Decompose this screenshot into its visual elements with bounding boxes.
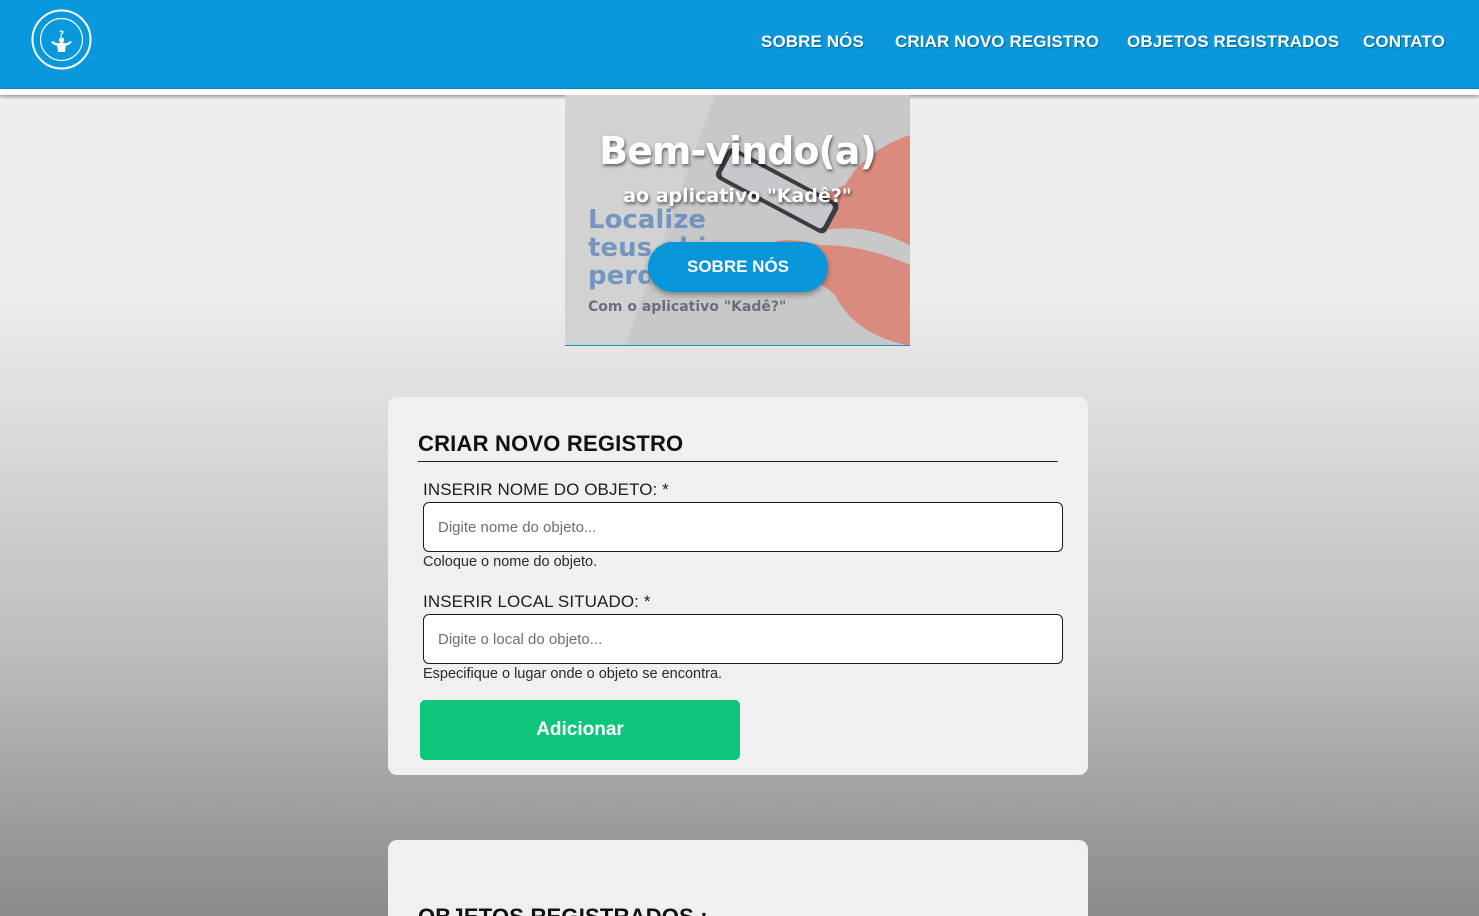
hero-bg-caption: Com o aplicativo "Kadê?" <box>588 299 787 315</box>
top-navbar: ? SOBRE NÓS CRIAR NOVO REGISTRO OBJETOS … <box>0 0 1479 89</box>
hero-subtitle: ao aplicativo "Kadê?" <box>623 185 852 207</box>
hero-banner: Localize teus objetos perdidos Com o apl… <box>565 95 910 346</box>
logo[interactable]: ? <box>31 9 92 70</box>
hero-sobre-nos-button[interactable]: SOBRE NÓS <box>648 242 828 292</box>
registered-objects-title: OBJETOS REGISTRADOS : <box>418 904 708 916</box>
kade-logo-icon: ? <box>31 9 92 70</box>
registered-objects-card: OBJETOS REGISTRADOS : <box>388 840 1088 916</box>
object-location-input[interactable] <box>423 614 1063 664</box>
nav-criar-novo-registro[interactable]: CRIAR NOVO REGISTRO <box>895 32 1099 52</box>
nav-objetos-registrados[interactable]: OBJETOS REGISTRADOS <box>1127 32 1339 52</box>
object-name-hint: Coloque o nome do objeto. <box>423 554 598 570</box>
create-record-card: CRIAR NOVO REGISTRO INSERIR NOME DO OBJE… <box>388 397 1088 775</box>
create-record-title: CRIAR NOVO REGISTRO <box>418 431 1058 462</box>
object-name-label: INSERIR NOME DO OBJETO: * <box>423 480 669 499</box>
hero-bg-text-3: perdidos <box>588 261 650 291</box>
object-name-input[interactable] <box>423 502 1063 552</box>
nav-contato[interactable]: CONTATO <box>1363 32 1445 52</box>
nav-sobre-nos[interactable]: SOBRE NÓS <box>761 32 864 52</box>
add-button[interactable]: Adicionar <box>420 700 740 760</box>
hero-bg-text-1: Localize <box>588 205 706 235</box>
hero-title: Bem-vindo(a) <box>599 129 877 173</box>
object-location-label: INSERIR LOCAL SITUADO: * <box>423 592 651 611</box>
object-location-hint: Especifique o lugar onde o objeto se enc… <box>423 666 723 682</box>
